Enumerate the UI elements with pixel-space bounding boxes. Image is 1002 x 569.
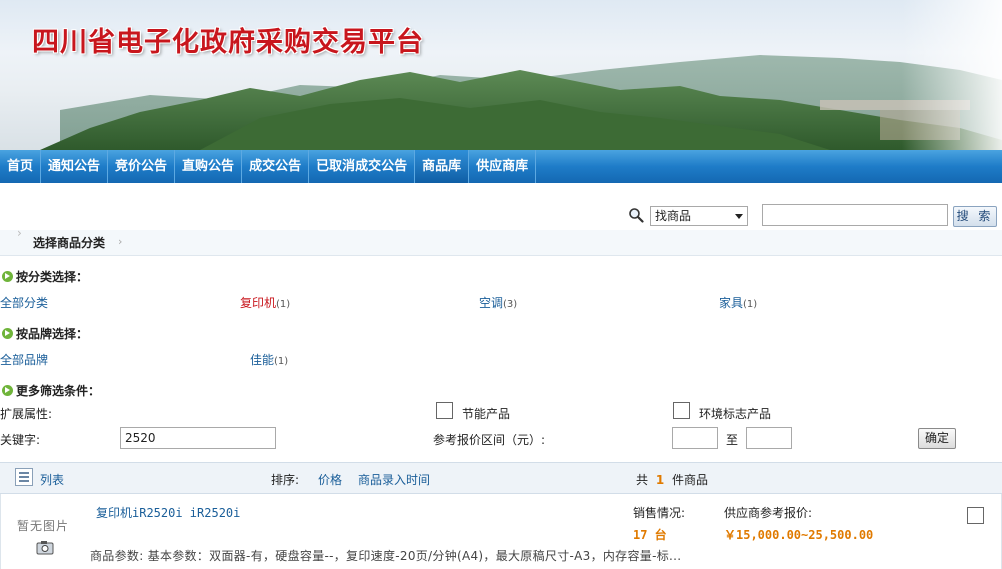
list-view-link[interactable]: 列表 bbox=[40, 471, 64, 488]
list-view-icon[interactable] bbox=[15, 468, 33, 486]
keyword-input[interactable]: 2520 bbox=[120, 427, 276, 449]
category-all[interactable]: 全部分类 bbox=[0, 294, 48, 311]
camera-icon bbox=[36, 541, 54, 555]
nav-bidding[interactable]: 竞价公告 bbox=[108, 150, 176, 183]
sort-by-entry-time[interactable]: 商品录入时间 bbox=[358, 471, 430, 488]
nav-deals[interactable]: 成交公告 bbox=[242, 150, 310, 183]
result-count: 共 1 件商品 bbox=[636, 473, 709, 487]
arrow-right-icon bbox=[2, 385, 13, 396]
nav-cancelled-deals[interactable]: 已取消成交公告 bbox=[309, 150, 416, 183]
price-max-input[interactable] bbox=[746, 427, 792, 449]
product-name-link[interactable]: 复印机iR2520i iR2520i bbox=[96, 504, 240, 521]
energy-saving-label: 节能产品 bbox=[462, 407, 511, 421]
eco-label-checkbox[interactable] bbox=[673, 402, 690, 419]
category-aircon[interactable]: 空调(3) bbox=[479, 294, 517, 311]
breadcrumb bbox=[0, 230, 1002, 256]
sales-value: 17 台 bbox=[633, 528, 667, 542]
search-input[interactable] bbox=[762, 204, 948, 226]
keyword-label: 关键字: bbox=[0, 433, 41, 447]
search-icon bbox=[629, 208, 644, 223]
no-image-placeholder: 暂无图片 bbox=[17, 519, 70, 533]
nav-supplier-library[interactable]: 供应商库 bbox=[469, 150, 537, 183]
energy-saving-checkbox[interactable] bbox=[436, 402, 453, 419]
category-copier[interactable]: 复印机(1) bbox=[240, 294, 290, 311]
sales-label: 销售情况: bbox=[633, 506, 686, 520]
sort-label: 排序: bbox=[271, 473, 300, 487]
category-furniture[interactable]: 家具(1) bbox=[719, 294, 757, 311]
product-select-checkbox[interactable] bbox=[967, 507, 984, 524]
chevron-right-icon: › bbox=[17, 226, 22, 240]
site-title: 四川省电子化政府采购交易平台 bbox=[32, 27, 424, 58]
list-toolbar bbox=[0, 462, 1002, 494]
search-type-select[interactable]: 找商品 bbox=[650, 206, 748, 226]
nav-notices[interactable]: 通知公告 bbox=[41, 150, 109, 183]
header-banner: 四川省电子化政府采购交易平台 bbox=[0, 0, 1002, 150]
price-value: ￥15,000.00~25,500.00 bbox=[724, 528, 874, 542]
brand-heading: 按品牌选择： bbox=[2, 325, 88, 342]
search-type-value: 找商品 bbox=[655, 209, 692, 223]
sort-by-price[interactable]: 价格 bbox=[318, 471, 342, 488]
product-params: 商品参数: 基本参数：双面器-有，硬盘容量--，复印速度-20页/分钟(A4)，… bbox=[90, 549, 682, 563]
chevron-right-icon: › bbox=[118, 235, 123, 248]
price-range-label: 参考报价区间（元）: bbox=[433, 433, 546, 447]
eco-label-label: 环境标志产品 bbox=[699, 407, 772, 421]
nav-product-library[interactable]: 商品库 bbox=[415, 150, 470, 183]
category-heading: 按分类选择： bbox=[2, 268, 88, 285]
confirm-button[interactable]: 确定 bbox=[918, 428, 956, 449]
price-label: 供应商参考报价: bbox=[724, 506, 813, 520]
ext-attr-label: 扩展属性: bbox=[0, 407, 53, 421]
price-to-label: 至 bbox=[726, 433, 739, 447]
arrow-right-icon bbox=[2, 328, 13, 339]
chevron-down-icon bbox=[735, 214, 743, 219]
brand-all[interactable]: 全部品牌 bbox=[0, 351, 48, 368]
filters-heading: 更多筛选条件： bbox=[2, 382, 100, 399]
nav-home[interactable]: 首页 bbox=[0, 150, 42, 183]
breadcrumb-label: 选择商品分类 bbox=[33, 236, 106, 250]
brand-canon[interactable]: 佳能(1) bbox=[250, 351, 288, 368]
main-nav: 首页 通知公告 竞价公告 直购公告 成交公告 已取消成交公告 商品库 供应商库 bbox=[0, 150, 1002, 183]
nav-direct-purchase[interactable]: 直购公告 bbox=[175, 150, 243, 183]
search-button[interactable]: 搜 索 bbox=[953, 206, 997, 227]
price-min-input[interactable] bbox=[672, 427, 718, 449]
arrow-right-icon bbox=[2, 271, 13, 282]
